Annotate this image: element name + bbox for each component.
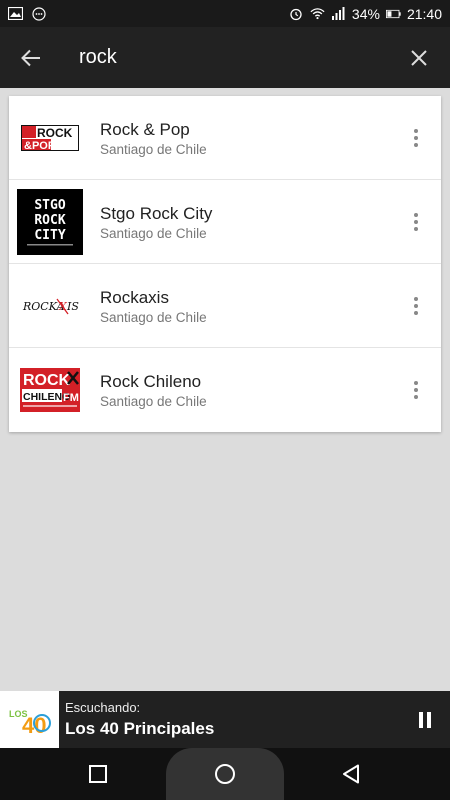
home-button[interactable]	[166, 748, 284, 800]
close-icon	[411, 49, 427, 66]
circle-icon	[215, 764, 235, 784]
station-location: Santiago de Chile	[100, 141, 207, 157]
square-icon	[89, 765, 107, 783]
station-location: Santiago de Chile	[100, 394, 207, 409]
rockaxis-logo: ROCKA X IS	[17, 273, 83, 339]
battery-percent: 34%	[351, 5, 380, 22]
system-nav-bar	[0, 748, 450, 800]
los40-logo: LOS 40	[0, 691, 59, 748]
now-playing-bar[interactable]: LOS 40 Escuchando: Los 40 Principales	[0, 691, 450, 748]
battery-icon	[385, 7, 401, 20]
more-vert-icon	[414, 212, 418, 231]
rock-pop-logo: ROCK &POP	[17, 105, 83, 171]
status-bar: 34% 21:40	[0, 0, 450, 27]
station-name: Rock Chileno	[100, 372, 202, 391]
now-playing-label: Escuchando:	[65, 700, 141, 715]
chat-notification-icon	[31, 6, 46, 21]
triangle-icon	[343, 764, 359, 784]
svg-text:ROCK: ROCK	[34, 213, 65, 228]
station-location: Santiago de Chile	[100, 309, 207, 325]
list-item-stgo-rock-city[interactable]: STGO ROCK CITY Stgo Rock City Santiago d…	[9, 180, 441, 264]
station-name: Rockaxis	[100, 287, 169, 307]
signal-icon	[331, 7, 346, 20]
recents-button[interactable]	[39, 748, 157, 800]
pause-button[interactable]	[400, 691, 450, 748]
svg-text:ROCK: ROCK	[37, 126, 73, 140]
station-name: Rock & Pop	[100, 119, 190, 139]
more-options-button[interactable]	[391, 180, 441, 264]
station-location: Santiago de Chile	[100, 225, 207, 241]
list-item-rock-chileno[interactable]: ROCK CHILENO FM Rock Chileno Santiago de…	[9, 348, 441, 432]
list-item-rockaxis[interactable]: ROCKA X IS Rockaxis Santiago de Chile	[9, 264, 441, 348]
svg-text:FM: FM	[63, 392, 79, 404]
more-vert-icon	[414, 128, 418, 147]
list-item-rock-pop[interactable]: ROCK &POP Rock & Pop Santiago de Chile	[9, 96, 441, 180]
search-bar	[0, 27, 450, 88]
now-playing-title: Los 40 Principales	[65, 719, 215, 738]
more-options-button[interactable]	[391, 96, 441, 180]
clear-search-button[interactable]	[388, 27, 450, 88]
arrow-left-icon	[21, 49, 40, 66]
more-vert-icon	[414, 296, 418, 315]
stgo-rock-city-logo: STGO ROCK CITY	[17, 188, 83, 255]
svg-text:CITY: CITY	[34, 228, 65, 243]
more-vert-icon	[414, 381, 418, 399]
station-name: Stgo Rock City	[100, 203, 213, 223]
pause-icon	[419, 711, 431, 728]
image-notification-icon	[8, 7, 23, 20]
nav-back-button[interactable]	[292, 748, 410, 800]
svg-text:STGO: STGO	[34, 198, 65, 213]
more-options-button[interactable]	[391, 348, 441, 432]
svg-text:IS: IS	[66, 300, 79, 313]
back-button[interactable]	[0, 27, 62, 88]
wifi-icon	[310, 7, 325, 20]
clock: 21:40	[406, 5, 442, 22]
more-options-button[interactable]	[391, 264, 441, 348]
rock-chileno-logo: ROCK CHILENO FM	[17, 357, 83, 423]
svg-text:ROCK: ROCK	[23, 372, 71, 389]
search-input[interactable]	[62, 37, 388, 78]
search-results-list: ROCK &POP Rock & Pop Santiago de Chile S…	[9, 96, 441, 432]
alarm-icon	[289, 7, 304, 20]
